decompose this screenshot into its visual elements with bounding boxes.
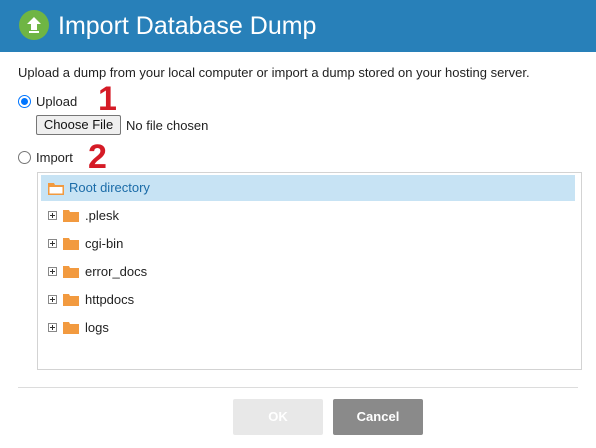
dialog-description: Upload a dump from your local computer o…: [18, 65, 530, 80]
folder-icon: [63, 322, 79, 334]
upload-radio[interactable]: [18, 95, 31, 108]
expand-icon[interactable]: [48, 295, 57, 304]
file-status-text: No file chosen: [126, 118, 209, 133]
upload-radio-label[interactable]: Upload: [36, 94, 77, 109]
footer-divider: [18, 387, 578, 388]
expand-icon[interactable]: [48, 239, 57, 248]
tree-item[interactable]: logs: [38, 314, 578, 342]
folder-icon: [63, 238, 79, 250]
expand-icon[interactable]: [48, 211, 57, 220]
tree-item-label: error_docs: [85, 264, 148, 279]
directory-tree: Root directory .plesk cgi-bin error_docs…: [37, 172, 582, 370]
ok-button[interactable]: OK: [233, 399, 323, 435]
tree-item[interactable]: cgi-bin: [38, 230, 578, 258]
choose-file-button[interactable]: Choose File: [36, 115, 121, 135]
upload-arrow-icon: [19, 10, 49, 40]
tree-item-label: cgi-bin: [85, 236, 124, 251]
dialog-title: Import Database Dump: [58, 12, 317, 40]
import-radio[interactable]: [18, 151, 31, 164]
tree-root-label: Root directory: [69, 180, 150, 195]
folder-icon: [63, 210, 79, 222]
dialog-header: Import Database Dump: [0, 0, 596, 52]
import-radio-label[interactable]: Import: [36, 150, 73, 165]
folder-open-icon: [48, 183, 64, 195]
annotation-marker-1: 1: [98, 80, 117, 118]
tree-item[interactable]: httpdocs: [38, 286, 578, 314]
expand-icon[interactable]: [48, 323, 57, 332]
tree-item[interactable]: .plesk: [38, 202, 578, 230]
folder-icon: [63, 266, 79, 278]
tree-item-label: .plesk: [85, 208, 119, 223]
cancel-button[interactable]: Cancel: [333, 399, 423, 435]
folder-icon: [63, 294, 79, 306]
tree-root-row[interactable]: Root directory: [41, 175, 575, 201]
tree-item-label: httpdocs: [85, 292, 135, 307]
expand-icon[interactable]: [48, 267, 57, 276]
annotation-marker-2: 2: [88, 138, 107, 176]
tree-item-label: logs: [85, 320, 109, 335]
tree-item[interactable]: error_docs: [38, 258, 578, 286]
